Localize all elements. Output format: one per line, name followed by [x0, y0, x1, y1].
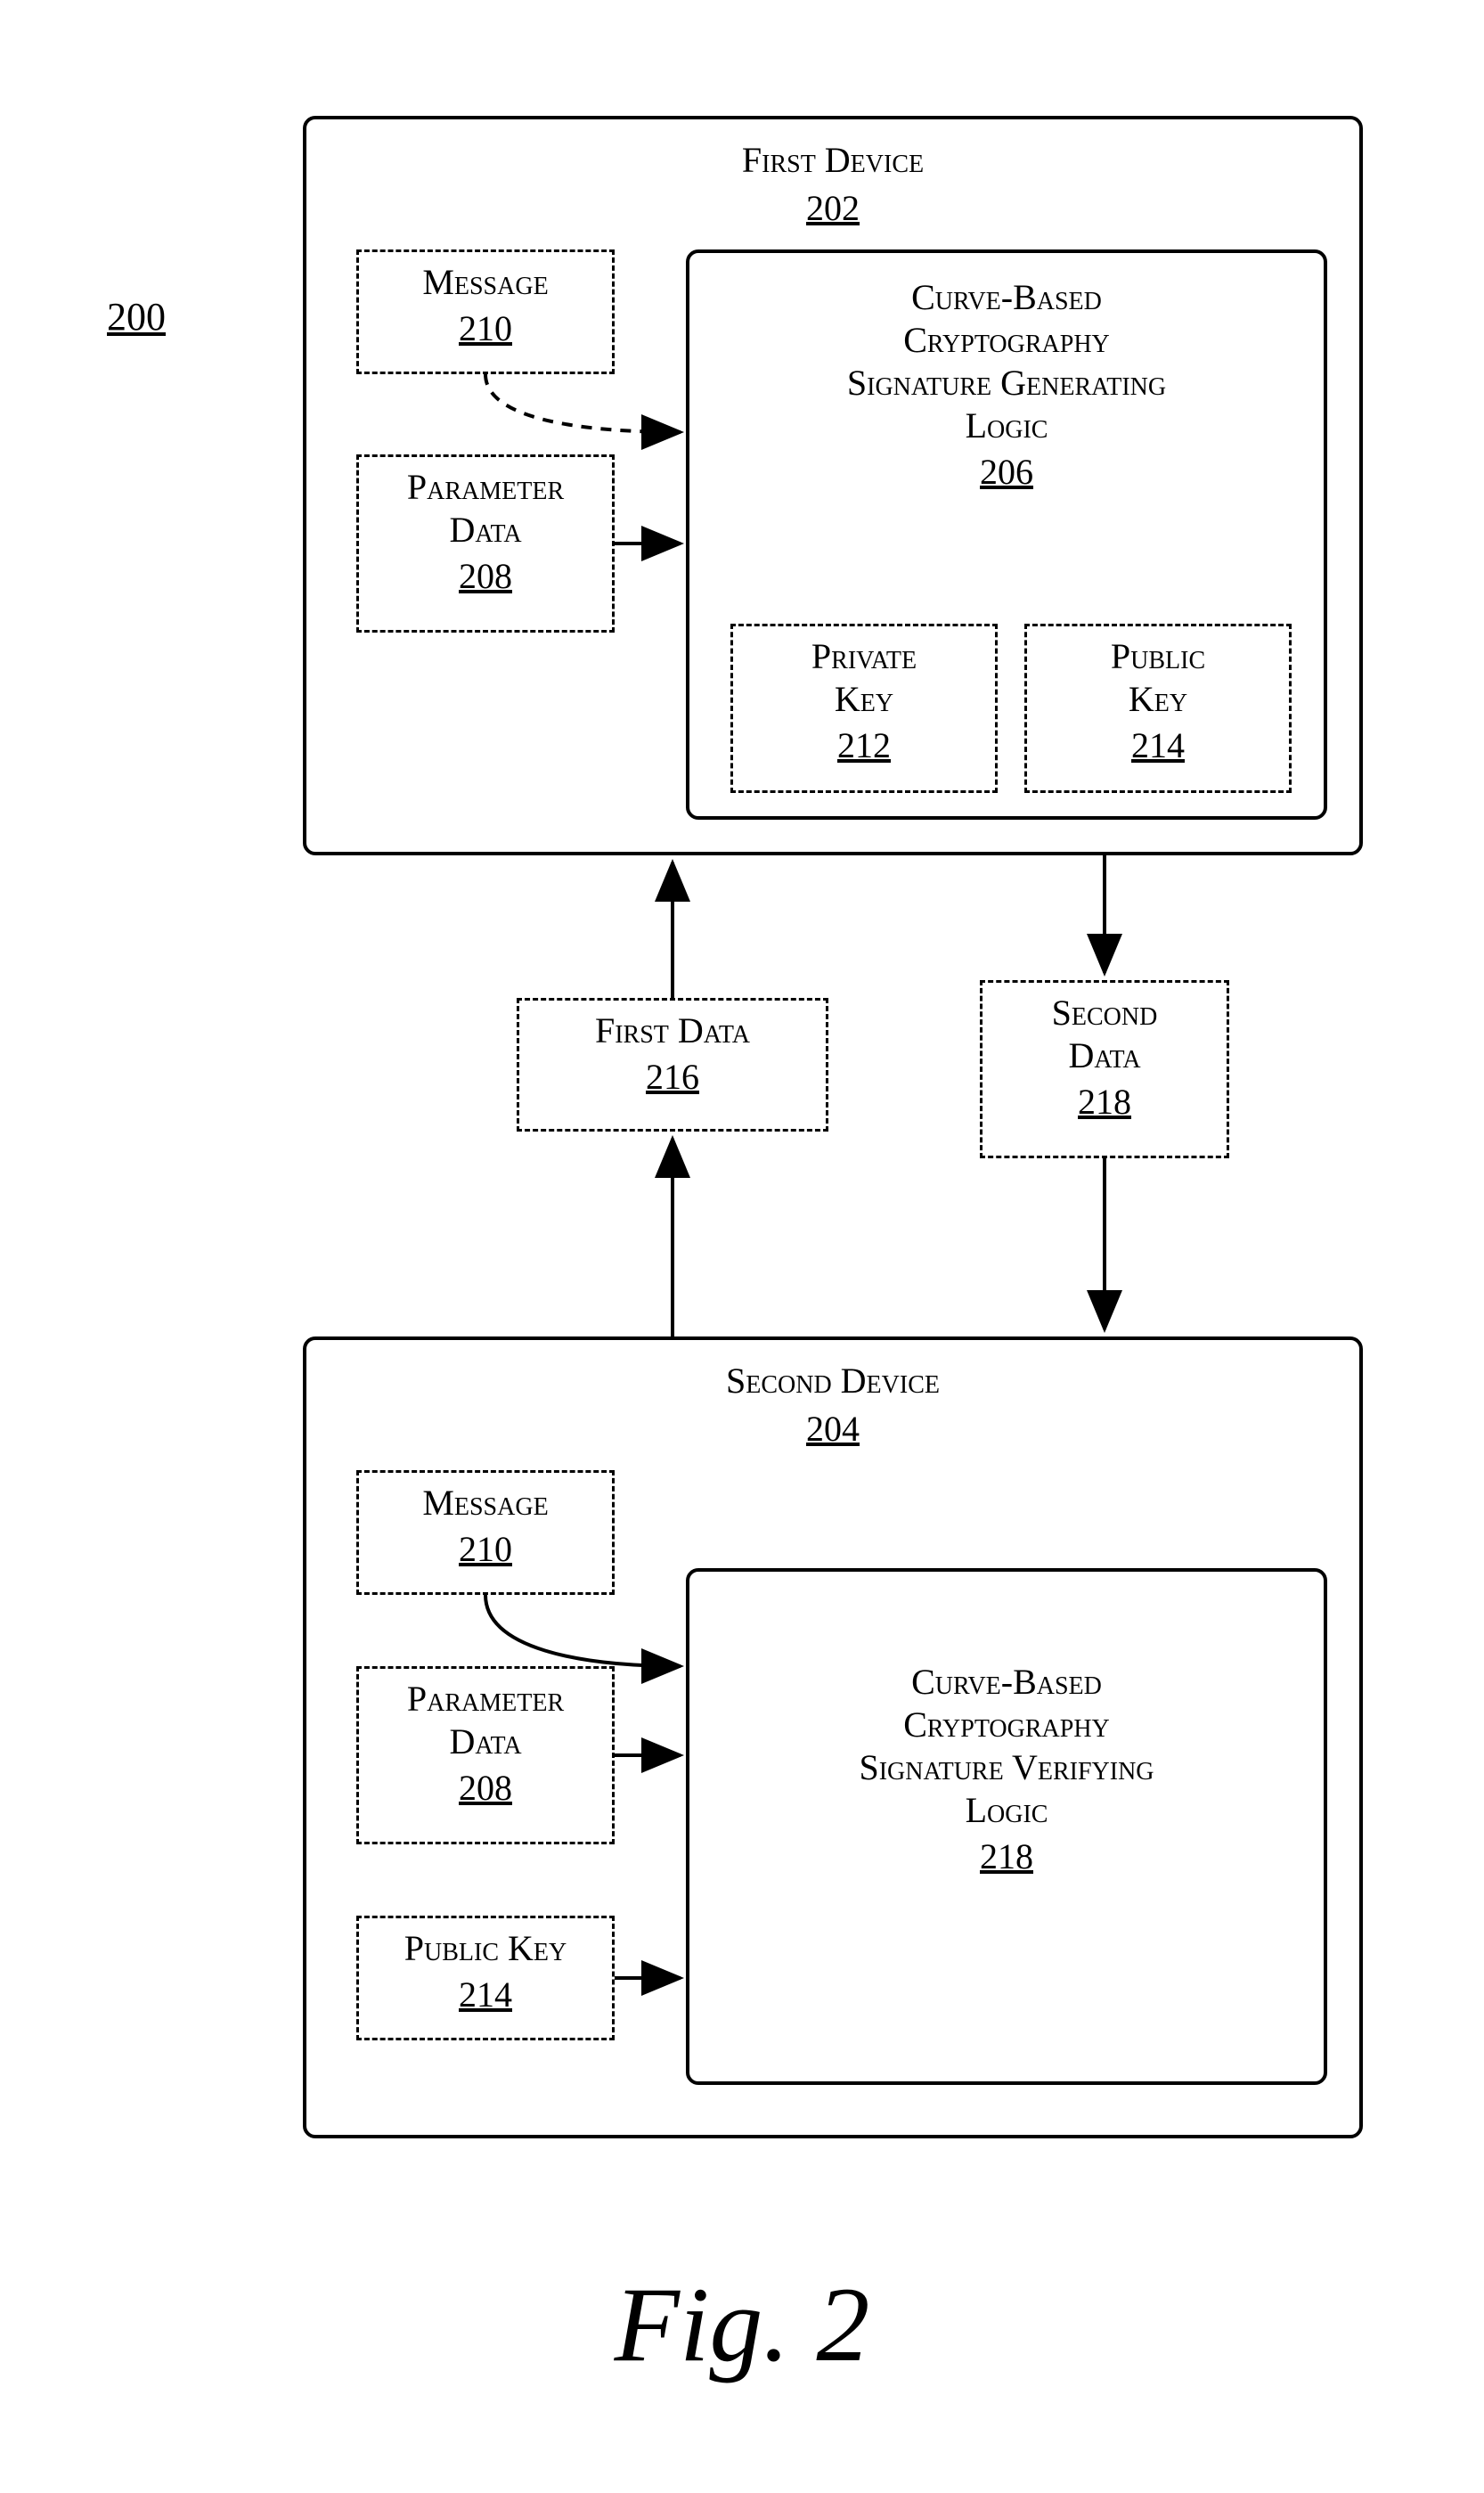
second-device-title: Second Device [306, 1360, 1359, 1402]
d2-message-ref: 210 [366, 1528, 605, 1570]
d1-message-ref: 210 [366, 307, 605, 349]
first-device-title: First Device [306, 139, 1359, 182]
d1-privkey-t1: Private [740, 635, 988, 678]
d2-message-box: Message 210 [356, 1470, 615, 1595]
d2-pubkey-title: Public Key [366, 1927, 605, 1970]
d1-logic-l3: Signature Generating [689, 362, 1324, 405]
d2-message-title: Message [366, 1482, 605, 1524]
figure-number: 200 [107, 294, 166, 339]
d2-logic-l3: Signature Verifying [689, 1746, 1324, 1789]
first-data-ref: 216 [526, 1056, 819, 1098]
d1-privkey-box: Private Key 212 [730, 624, 998, 793]
d1-privkey-ref: 212 [740, 724, 988, 766]
d1-message-box: Message 210 [356, 249, 615, 374]
d2-param-t1: Parameter [366, 1678, 605, 1721]
second-device-ref: 204 [306, 1408, 1359, 1450]
d1-param-title1: Parameter [366, 466, 605, 509]
d1-message-title: Message [366, 261, 605, 304]
first-data-title: First Data [526, 1009, 819, 1052]
d2-logic-l4: Logic [689, 1789, 1324, 1832]
d1-pubkey-ref: 214 [1034, 724, 1282, 766]
first-device-ref: 202 [306, 187, 1359, 229]
second-data-t1: Second [990, 992, 1219, 1034]
d1-pubkey-box: Public Key 214 [1024, 624, 1292, 793]
d1-logic-l4: Logic [689, 405, 1324, 447]
d2-logic-l1: Curve-Based [689, 1661, 1324, 1704]
d2-pubkey-box: Public Key 214 [356, 1916, 615, 2040]
d1-privkey-t2: Key [740, 678, 988, 721]
d2-logic-box: Curve-Based Cryptography Signature Verif… [686, 1568, 1327, 2085]
d1-pubkey-t1: Public [1034, 635, 1282, 678]
first-data-box: First Data 216 [517, 998, 828, 1132]
d2-logic-ref: 218 [689, 1835, 1324, 1877]
d1-logic-ref: 206 [689, 451, 1324, 493]
d1-param-ref: 208 [366, 555, 605, 597]
d1-pubkey-t2: Key [1034, 678, 1282, 721]
d2-pubkey-ref: 214 [366, 1974, 605, 2015]
d2-param-t2: Data [366, 1721, 605, 1763]
d1-logic-l1: Curve-Based [689, 276, 1324, 319]
d1-param-title2: Data [366, 509, 605, 552]
d2-param-box: Parameter Data 208 [356, 1666, 615, 1844]
second-data-ref: 218 [990, 1081, 1219, 1123]
d1-param-box: Parameter Data 208 [356, 454, 615, 633]
d2-logic-l2: Cryptography [689, 1704, 1324, 1746]
d2-param-ref: 208 [366, 1767, 605, 1809]
second-data-box: Second Data 218 [980, 980, 1229, 1158]
figure-caption: Fig. 2 [0, 2263, 1484, 2386]
d1-logic-l2: Cryptography [689, 319, 1324, 362]
second-data-t2: Data [990, 1034, 1219, 1077]
